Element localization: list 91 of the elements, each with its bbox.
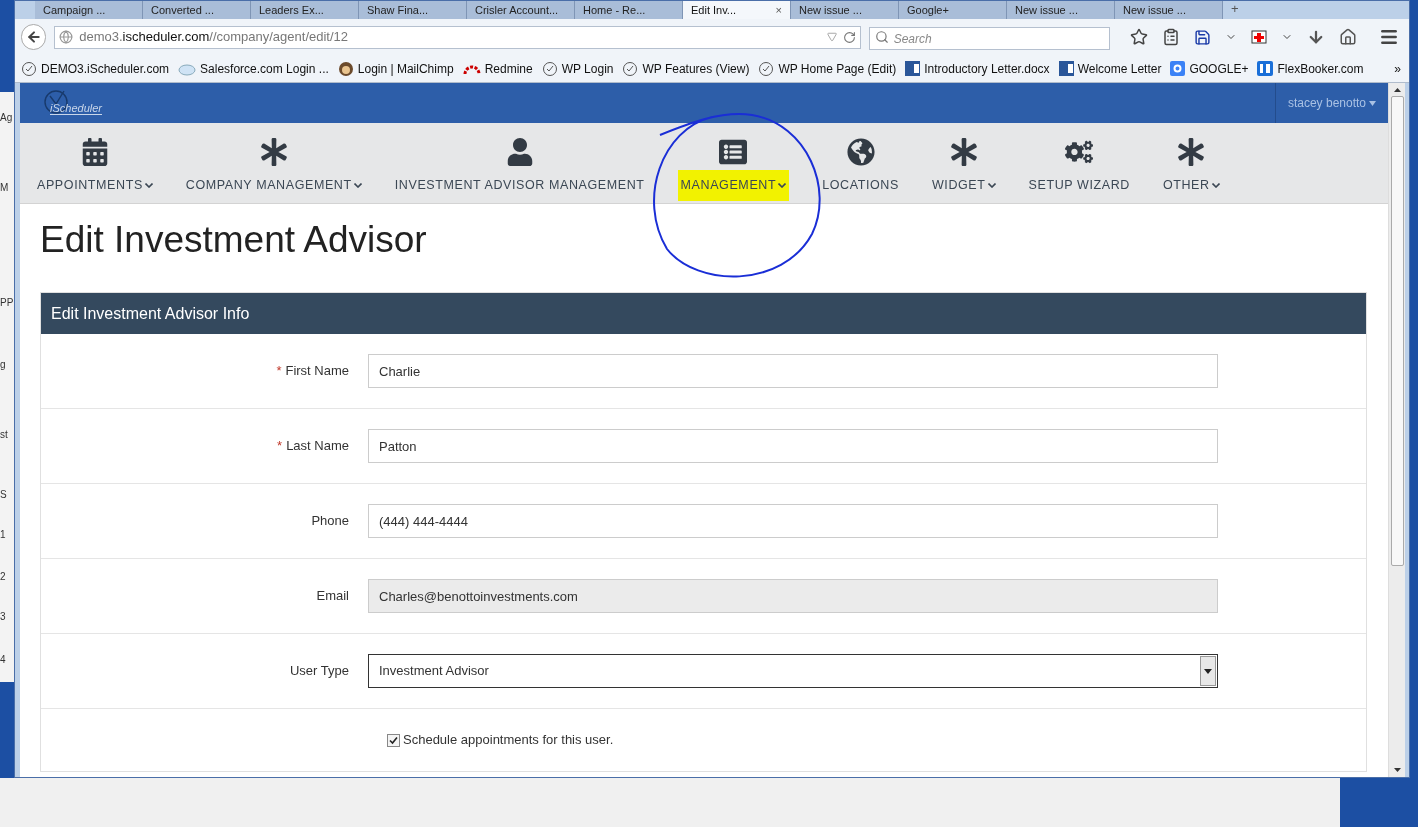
- field-label: Email: [316, 587, 349, 606]
- globe-icon: [59, 30, 74, 44]
- url-field[interactable]: demo3.ischeduler.com//company/agent/edit/12: [54, 25, 861, 49]
- menu-item[interactable]: INVESTMENT ADVISOR MANAGEMENT: [394, 176, 645, 195]
- browser-tab[interactable]: New issue ...: [1115, 1, 1223, 19]
- logo[interactable]: iScheduler: [42, 88, 112, 118]
- search-field[interactable]: Search: [868, 27, 1110, 50]
- url-text: demo3.ischeduler.com//company/agent/edit/12: [79, 28, 349, 47]
- select-field[interactable]: Investment Advisor: [368, 654, 1218, 688]
- clock-icon: [758, 60, 775, 77]
- background-text: st: [0, 430, 8, 440]
- caret-icon: [144, 182, 153, 188]
- field-label: Phone: [311, 512, 349, 531]
- background-text: 4: [0, 655, 6, 665]
- bookmark-link[interactable]: Introductory Letter.docx: [905, 59, 1050, 78]
- bookmark-link[interactable]: GOOGLE+: [1170, 59, 1249, 78]
- user-menu[interactable]: stacey benotto: [1287, 94, 1376, 112]
- google-icon: [1170, 61, 1186, 76]
- background-text: g: [0, 360, 6, 370]
- browser-tab[interactable]: Leaders Ex...: [251, 1, 359, 19]
- schedule-checkbox[interactable]: Schedule appointments for this user.: [387, 730, 614, 750]
- new-tab-button[interactable]: +: [1231, 1, 1239, 19]
- menu-item[interactable]: WIDGET: [931, 176, 996, 195]
- monkey-icon: [337, 60, 354, 77]
- page-title: Edit Investment Advisor: [40, 220, 428, 260]
- document-icon: [1058, 61, 1074, 76]
- check-icon: [389, 735, 398, 745]
- browser-tab[interactable]: Campaign ...: [35, 1, 143, 19]
- bookmark-link[interactable]: WP Features (View): [622, 59, 750, 78]
- field-label: * Last Name: [277, 437, 349, 456]
- browser-tab[interactable]: Crisler Account...: [467, 1, 575, 19]
- bookmark-link[interactable]: WP Login: [541, 59, 614, 78]
- clock-icon: [541, 60, 558, 77]
- menu-item[interactable]: APPOINTMENTS: [37, 176, 153, 195]
- menu-item[interactable]: LOCATIONS: [822, 176, 899, 195]
- bookmark-link[interactable]: DEMO3.iScheduler.com: [21, 59, 170, 78]
- browser-tab[interactable]: Google+: [899, 1, 1007, 19]
- bookmark-link[interactable]: WP Home Page (Edit): [758, 59, 897, 78]
- menu-item[interactable]: MANAGEMENT: [677, 170, 790, 201]
- first-aid-icon[interactable]: [1251, 29, 1267, 45]
- background-text: 2: [0, 572, 6, 582]
- download-icon[interactable]: [1307, 28, 1325, 46]
- panel-title: Edit Investment Advisor Info: [51, 303, 250, 324]
- background-text: PP: [0, 298, 14, 308]
- browser-tab[interactable]: Shaw Fina...: [359, 1, 467, 19]
- bookmark-link[interactable]: Redmine: [462, 59, 533, 78]
- scroll-down-icon[interactable]: [1393, 768, 1401, 772]
- text-field[interactable]: Charlie: [368, 354, 1218, 388]
- reload-icon[interactable]: [842, 30, 856, 44]
- clock-icon: [21, 60, 37, 77]
- caret-icon: [353, 182, 362, 188]
- bookmark-link[interactable]: Login | MailChimp: [337, 59, 454, 78]
- home-icon[interactable]: [1339, 28, 1357, 46]
- caret-icon: [778, 182, 787, 188]
- document-icon: [905, 61, 921, 76]
- save-icon[interactable]: [1194, 28, 1211, 46]
- background-text: 1: [0, 530, 6, 540]
- menu-item[interactable]: COMPANY MANAGEMENT: [185, 176, 362, 195]
- menu-item[interactable]: OTHER: [1162, 176, 1220, 195]
- caret-icon: [1369, 100, 1376, 106]
- text-field[interactable]: Patton: [368, 429, 1218, 463]
- bookmark-link[interactable]: Welcome Letter: [1058, 59, 1162, 78]
- browser-tab[interactable]: New issue ...: [1007, 1, 1115, 19]
- close-button[interactable]: ×: [775, 3, 782, 17]
- back-button[interactable]: [21, 24, 47, 50]
- browser-tab[interactable]: Home - Re...: [575, 1, 683, 19]
- field-label: User Type: [290, 662, 349, 681]
- star-icon[interactable]: [1130, 28, 1148, 46]
- caret-icon: [987, 182, 996, 188]
- menu-item[interactable]: SETUP WIZARD: [1028, 176, 1130, 195]
- field-label: * First Name: [276, 362, 349, 381]
- scrollbar[interactable]: [1388, 83, 1405, 777]
- bookmarks-overflow-button[interactable]: »: [1394, 59, 1401, 78]
- bookmark-link[interactable]: FlexBooker.com: [1257, 59, 1364, 78]
- browser-tab[interactable]: New issue ...: [791, 1, 899, 19]
- cloud-icon: [178, 61, 197, 76]
- search-icon: [874, 29, 889, 44]
- background-text: Ag: [0, 113, 13, 123]
- background-text: M: [0, 183, 9, 193]
- scrollbar-thumb[interactable]: [1390, 96, 1404, 566]
- square-logo-icon: [1257, 61, 1274, 76]
- clock-icon: [622, 60, 639, 77]
- text-field[interactable]: (444) 444-4444: [368, 504, 1218, 538]
- scroll-up-icon[interactable]: [1393, 88, 1401, 92]
- clipboard-icon[interactable]: [1162, 28, 1180, 46]
- caret-icon: [1211, 182, 1220, 188]
- background-text: S: [0, 490, 7, 500]
- bookmark-link[interactable]: Salesforce.com Login ...: [178, 59, 329, 78]
- browser-tab[interactable]: Converted ...: [143, 1, 251, 19]
- background-text: 3: [0, 612, 6, 622]
- browser-tab[interactable]: Edit Inv... ×: [683, 1, 791, 19]
